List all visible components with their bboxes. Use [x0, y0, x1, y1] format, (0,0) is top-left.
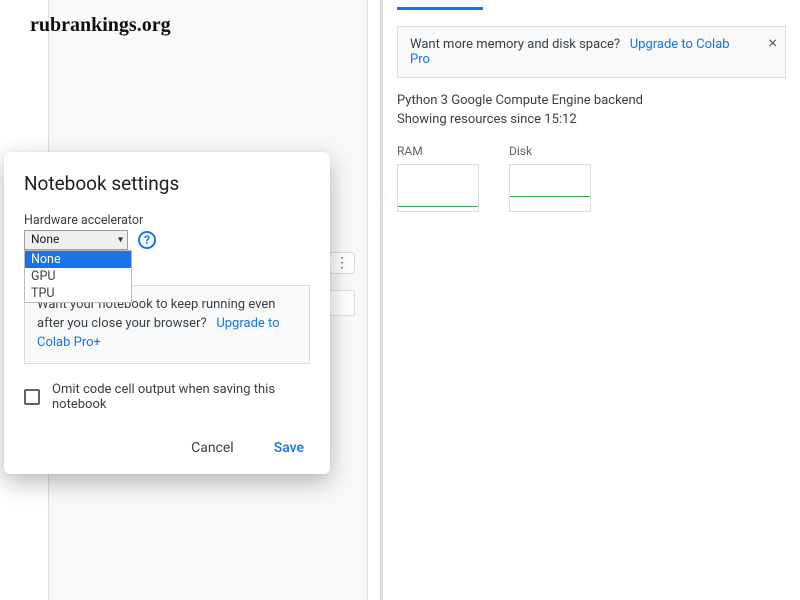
- chevron-down-icon: ▾: [118, 235, 123, 246]
- disk-label: Disk: [509, 144, 591, 158]
- hardware-accelerator-select[interactable]: None ▾: [24, 230, 128, 250]
- help-icon[interactable]: ?: [138, 231, 156, 249]
- resources-pane: Resources × Want more memory and disk sp…: [383, 0, 800, 600]
- omit-output-checkbox[interactable]: [24, 389, 40, 405]
- backend-info: Python 3 Google Compute Engine backend S…: [397, 92, 786, 130]
- hardware-accelerator-dropdown: None GPU TPU: [24, 250, 132, 303]
- upgrade-promo: Want more memory and disk space? Upgrade…: [397, 26, 786, 78]
- hw-option-tpu[interactable]: TPU: [25, 285, 131, 302]
- tab-resources[interactable]: Resources ×: [397, 0, 483, 10]
- omit-output-label: Omit code cell output when saving this n…: [52, 382, 310, 412]
- disk-chart: [509, 164, 591, 212]
- dialog-title: Notebook settings: [24, 172, 310, 195]
- cell-overflow-button[interactable]: ⋮: [329, 252, 355, 274]
- promo-text: Want more memory and disk space?: [410, 37, 620, 52]
- ram-chart: [397, 164, 479, 212]
- hw-option-gpu[interactable]: GPU: [25, 268, 131, 285]
- cancel-button[interactable]: Cancel: [185, 436, 240, 460]
- tab-resources-label: Resources: [403, 0, 464, 1]
- hardware-accelerator-label: Hardware accelerator: [24, 213, 310, 228]
- hardware-accelerator-value: None: [31, 232, 59, 246]
- backend-line: Python 3 Google Compute Engine backend: [397, 92, 786, 111]
- hw-option-none[interactable]: None: [25, 251, 131, 268]
- save-button[interactable]: Save: [268, 436, 310, 460]
- more-vert-icon: ⋮: [335, 255, 349, 271]
- notebook-settings-dialog: Notebook settings Hardware accelerator N…: [4, 152, 330, 474]
- close-icon[interactable]: ×: [470, 0, 477, 1]
- watermark-text: rubrankings.org: [30, 14, 171, 37]
- ram-label: RAM: [397, 144, 479, 158]
- resources-since-line: Showing resources since 15:12: [397, 111, 786, 130]
- dismiss-promo-button[interactable]: ×: [768, 33, 777, 52]
